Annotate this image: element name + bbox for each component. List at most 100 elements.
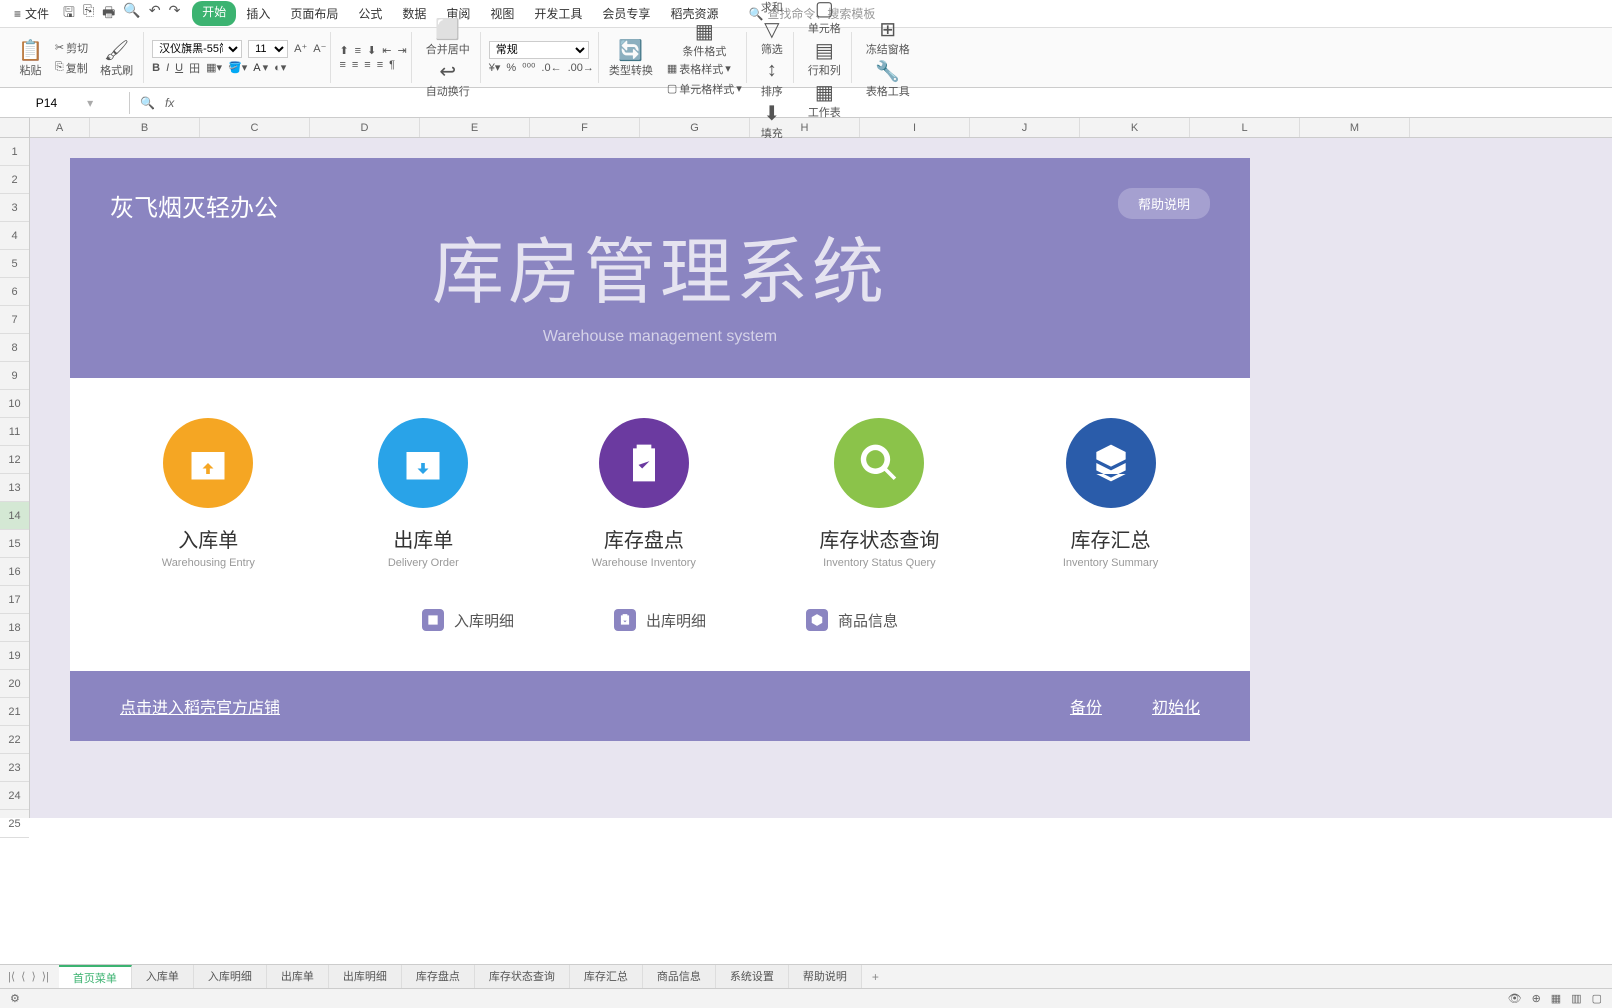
align-middle-icon[interactable]: ≡ xyxy=(355,45,361,57)
sheet-tab-0[interactable]: 首页菜单 xyxy=(59,965,132,989)
col-header-A[interactable]: A xyxy=(30,118,90,137)
merge-button[interactable]: ⬜合并居中 xyxy=(420,17,476,57)
sheet-tab-10[interactable]: 帮助说明 xyxy=(789,965,862,989)
cut-button[interactable]: ✂ 剪切 xyxy=(55,40,88,56)
row-header-19[interactable]: 19 xyxy=(0,642,29,670)
indent-inc-icon[interactable]: ⇥ xyxy=(398,44,407,57)
tab-start[interactable]: 开始 xyxy=(192,1,236,26)
strike-icon[interactable]: 田 xyxy=(189,60,200,76)
print-icon[interactable]: 🖶 xyxy=(102,2,115,26)
type-convert-button[interactable]: 🔄类型转换 xyxy=(603,38,659,78)
row-header-17[interactable]: 17 xyxy=(0,586,29,614)
col-header-C[interactable]: C xyxy=(200,118,310,137)
sheet-next-icon[interactable]: ⟩ xyxy=(31,970,35,983)
sum-button[interactable]: Σ求和 xyxy=(755,0,789,15)
col-header-F[interactable]: F xyxy=(530,118,640,137)
sheet-prev-icon[interactable]: ⟨ xyxy=(21,970,25,983)
comma-icon[interactable]: ⁰⁰⁰ xyxy=(522,61,535,74)
view-eye-icon[interactable]: 👁 xyxy=(1508,992,1522,1005)
font-name-select[interactable]: 汉仪旗黑-55简 xyxy=(152,40,242,58)
row-header-4[interactable]: 4 xyxy=(0,222,29,250)
sheet-tab-1[interactable]: 入库单 xyxy=(132,965,194,989)
sheet-last-icon[interactable]: ⟩| xyxy=(42,970,49,983)
highlight-icon[interactable]: ◐▾ xyxy=(274,61,286,74)
currency-icon[interactable]: ¥▾ xyxy=(489,61,501,74)
sheet-tab-4[interactable]: 出库明细 xyxy=(329,965,402,989)
row-header-24[interactable]: 24 xyxy=(0,782,29,810)
align-center-icon[interactable]: ≡ xyxy=(352,59,358,71)
row-header-25[interactable]: 25 xyxy=(0,810,29,838)
font-size-select[interactable]: 11 xyxy=(248,40,288,58)
help-button[interactable]: 帮助说明 xyxy=(1118,188,1210,219)
fx-icon[interactable]: fx xyxy=(165,96,174,110)
sheet-tab-2[interactable]: 入库明细 xyxy=(194,965,267,989)
save-icon[interactable]: 🖫 xyxy=(63,2,75,26)
footer-backup-link[interactable]: 备份 xyxy=(1070,694,1102,718)
paste-button[interactable]: 📋粘贴 xyxy=(12,38,49,78)
align-top-icon[interactable]: ⬆ xyxy=(339,44,348,57)
dash-icon-0[interactable]: 入库单Warehousing Entry xyxy=(162,418,255,569)
font-color-icon[interactable]: A▾ xyxy=(253,61,268,74)
view-focus-icon[interactable]: ⊕ xyxy=(1532,992,1541,1005)
view-layout-icon[interactable]: ▥ xyxy=(1571,992,1581,1005)
cell-style-button[interactable]: ▢ 单元格样式▾ xyxy=(667,81,742,97)
file-menu[interactable]: ≡ 文件 xyxy=(6,5,57,22)
zoom-icon[interactable]: 🔍 xyxy=(140,96,155,110)
number-format-select[interactable]: 常规 xyxy=(489,41,589,59)
col-header-B[interactable]: B xyxy=(90,118,200,137)
col-header-K[interactable]: K xyxy=(1080,118,1190,137)
row-header-12[interactable]: 12 xyxy=(0,446,29,474)
copy-button[interactable]: ⎘ 复制 xyxy=(55,60,88,76)
undo-icon[interactable]: ↶ xyxy=(149,2,161,26)
tab-view[interactable]: 视图 xyxy=(480,1,524,26)
row-header-15[interactable]: 15 xyxy=(0,530,29,558)
dash-icon-3[interactable]: 库存状态查询Inventory Status Query xyxy=(819,418,939,569)
row-header-6[interactable]: 6 xyxy=(0,278,29,306)
cond-format-button[interactable]: ▦条件格式 xyxy=(667,19,742,59)
table-style-button[interactable]: ▦ 表格样式▾ xyxy=(667,61,742,77)
sheet-tab-6[interactable]: 库存状态查询 xyxy=(475,965,570,989)
sheet-first-icon[interactable]: |⟨ xyxy=(8,970,15,983)
row-header-20[interactable]: 20 xyxy=(0,670,29,698)
redo-icon[interactable]: ↷ xyxy=(169,2,181,26)
row-header-13[interactable]: 13 xyxy=(0,474,29,502)
sheet-tab-9[interactable]: 系统设置 xyxy=(716,965,789,989)
tab-layout[interactable]: 页面布局 xyxy=(280,1,348,26)
sheet-tab-7[interactable]: 库存汇总 xyxy=(570,965,643,989)
tab-vip[interactable]: 会员专享 xyxy=(592,1,660,26)
footer-init-link[interactable]: 初始化 xyxy=(1152,694,1200,718)
inc-decimal-icon[interactable]: .0← xyxy=(541,62,561,74)
row-header-14[interactable]: 14 xyxy=(0,502,29,530)
formula-input[interactable]: 🔍 fx xyxy=(130,96,1612,110)
row-header-18[interactable]: 18 xyxy=(0,614,29,642)
row-header-22[interactable]: 22 xyxy=(0,726,29,754)
row-header-3[interactable]: 3 xyxy=(0,194,29,222)
dash-link-1[interactable]: 出库明细 xyxy=(614,609,706,631)
align-left-icon[interactable]: ≡ xyxy=(339,59,345,71)
dec-decimal-icon[interactable]: .00→ xyxy=(568,62,594,74)
format-painter-button[interactable]: 🖌格式刷 xyxy=(94,38,139,78)
tab-formula[interactable]: 公式 xyxy=(348,1,392,26)
col-header-E[interactable]: E xyxy=(420,118,530,137)
sheet-tab-3[interactable]: 出库单 xyxy=(267,965,329,989)
dash-link-2[interactable]: 商品信息 xyxy=(806,609,898,631)
cell-button[interactable]: ▢单元格 xyxy=(802,0,847,36)
tools-button[interactable]: 🔧表格工具 xyxy=(860,59,916,99)
italic-icon[interactable]: I xyxy=(166,62,169,74)
indent-dec-icon[interactable]: ⇤ xyxy=(382,44,391,57)
view-page-icon[interactable]: ▢ xyxy=(1592,992,1602,1005)
col-header-I[interactable]: I xyxy=(860,118,970,137)
filter-button[interactable]: ▽筛选 xyxy=(755,17,789,57)
dash-link-0[interactable]: 入库明细 xyxy=(422,609,514,631)
dash-icon-1[interactable]: 出库单Delivery Order xyxy=(378,418,468,569)
increase-font-icon[interactable]: A⁺ xyxy=(294,42,307,55)
select-all-corner[interactable] xyxy=(0,118,30,137)
wrap-button[interactable]: ↩自动换行 xyxy=(420,59,476,99)
row-header-1[interactable]: 1 xyxy=(0,138,29,166)
tab-insert[interactable]: 插入 xyxy=(236,1,280,26)
footer-shop-link[interactable]: 点击进入稻壳官方店铺 xyxy=(120,694,280,718)
underline-icon[interactable]: U xyxy=(175,62,183,74)
row-header-16[interactable]: 16 xyxy=(0,558,29,586)
col-header-L[interactable]: L xyxy=(1190,118,1300,137)
row-header-2[interactable]: 2 xyxy=(0,166,29,194)
